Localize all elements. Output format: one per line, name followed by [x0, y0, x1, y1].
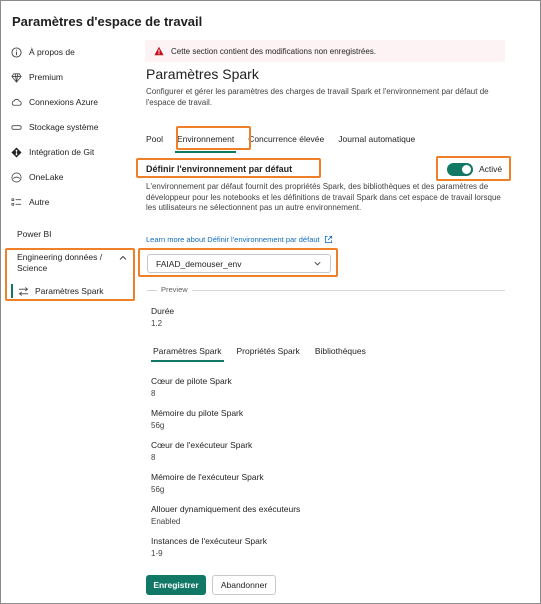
field-value: 8	[151, 389, 156, 398]
settings-tabs: Pool Environnement Concurrence élevée Jo…	[146, 128, 429, 153]
window-title: Paramètres d'espace de travail	[12, 14, 203, 29]
field-label: Allouer dynamiquement des exécuteurs	[151, 504, 301, 514]
subtab-libraries[interactable]: Bibliothèques	[315, 346, 366, 356]
field-value: 8	[151, 453, 156, 462]
unsaved-warning-banner: Cette section contient des modifications…	[145, 40, 505, 62]
sidebar-item-label: Intégration de Git	[29, 147, 95, 157]
sidebar-item-label: OneLake	[29, 172, 64, 182]
sidebar-item-label: Autre	[29, 197, 50, 207]
sidebar-item-label: Stockage système	[29, 122, 99, 132]
field-value: 56g	[151, 421, 165, 430]
sidebar-section-powerbi[interactable]: Power BI	[17, 229, 52, 239]
preview-divider	[147, 290, 505, 291]
discard-button[interactable]: Abandonner	[212, 575, 276, 595]
active-indicator	[11, 284, 13, 298]
field-label: Mémoire de l'exécuteur Spark	[151, 472, 264, 482]
subtab-spark-settings[interactable]: Paramètres Spark	[151, 346, 223, 362]
cloud-icon	[10, 96, 22, 108]
field-value: 56g	[151, 485, 165, 494]
toggle-label: Activé	[479, 164, 503, 174]
storage-icon	[10, 121, 22, 133]
sidebar-section-engineering[interactable]: Engineering données / Science	[17, 252, 127, 274]
duration-label: Durée	[151, 306, 175, 316]
preview-label: Preview	[157, 285, 192, 294]
sidebar-item-other[interactable]: Autre	[10, 194, 49, 210]
field-label: Instances de l'exécuteur Spark	[151, 536, 267, 546]
list-icon	[10, 196, 22, 208]
preview-subtabs: Paramètres Spark Propriétés Spark Biblio…	[151, 346, 381, 362]
default-env-heading: Définir l'environnement par défaut	[146, 164, 293, 174]
warning-icon	[154, 46, 164, 56]
sidebar-item-git[interactable]: Intégration de Git	[10, 144, 94, 160]
sidebar-item-system-storage[interactable]: Stockage système	[10, 119, 98, 135]
default-env-description: L'environnement par défaut fournit des p…	[146, 182, 501, 212]
sidebar-item-azure-connections[interactable]: Connexions Azure	[10, 94, 98, 110]
field-label: Cœur de pilote Spark	[151, 376, 232, 386]
info-icon	[10, 46, 22, 58]
sidebar-item-label: Connexions Azure	[29, 97, 98, 107]
tab-high-concurrency[interactable]: Concurrence élevée	[248, 128, 324, 150]
diamond-icon	[10, 71, 22, 83]
sidebar-item-label: Premium	[29, 72, 64, 82]
git-icon	[10, 146, 22, 158]
tab-autolog[interactable]: Journal automatique	[338, 128, 415, 150]
page-description: Configurer et gérer les paramètres des c…	[146, 87, 489, 107]
save-button[interactable]: Enregistrer	[146, 575, 206, 595]
sidebar-item-label: À propos de	[29, 47, 75, 57]
page-title: Paramètres Spark	[146, 66, 259, 82]
environment-dropdown[interactable]: FAIAD_demouser_env	[147, 254, 331, 273]
default-env-toggle[interactable]	[447, 163, 473, 176]
onelake-icon	[10, 171, 22, 183]
sidebar-item-spark-settings[interactable]: Paramètres Spark	[18, 285, 104, 297]
tab-environment[interactable]: Environnement	[175, 128, 237, 153]
subtab-spark-properties[interactable]: Propriétés Spark	[237, 346, 300, 356]
tab-pool[interactable]: Pool	[146, 128, 163, 150]
field-label: Cœur de l'exécuteur Spark	[151, 440, 253, 450]
sidebar-item-onelake[interactable]: OneLake	[10, 169, 64, 185]
external-link-icon	[324, 235, 332, 244]
field-label: Mémoire du pilote Spark	[151, 408, 244, 418]
duration-value: 1.2	[151, 319, 163, 328]
warning-text: Cette section contient des modifications…	[171, 46, 377, 56]
selected-environment: FAIAD_demouser_env	[156, 258, 242, 269]
chevron-up-icon[interactable]	[118, 253, 128, 263]
learn-more-text: Learn more about Définir l'environnement…	[146, 235, 320, 244]
field-value: Enabled	[151, 517, 181, 526]
learn-more-link[interactable]: Learn more about Définir l'environnement…	[146, 235, 333, 244]
sliders-icon	[18, 285, 30, 297]
sidebar-item-about[interactable]: À propos de	[10, 44, 75, 60]
sidebar-sub-item-label: Paramètres Spark	[35, 286, 104, 296]
sidebar-item-premium[interactable]: Premium	[10, 69, 63, 85]
chevron-down-icon	[314, 261, 321, 266]
field-value: 1-9	[151, 549, 163, 558]
